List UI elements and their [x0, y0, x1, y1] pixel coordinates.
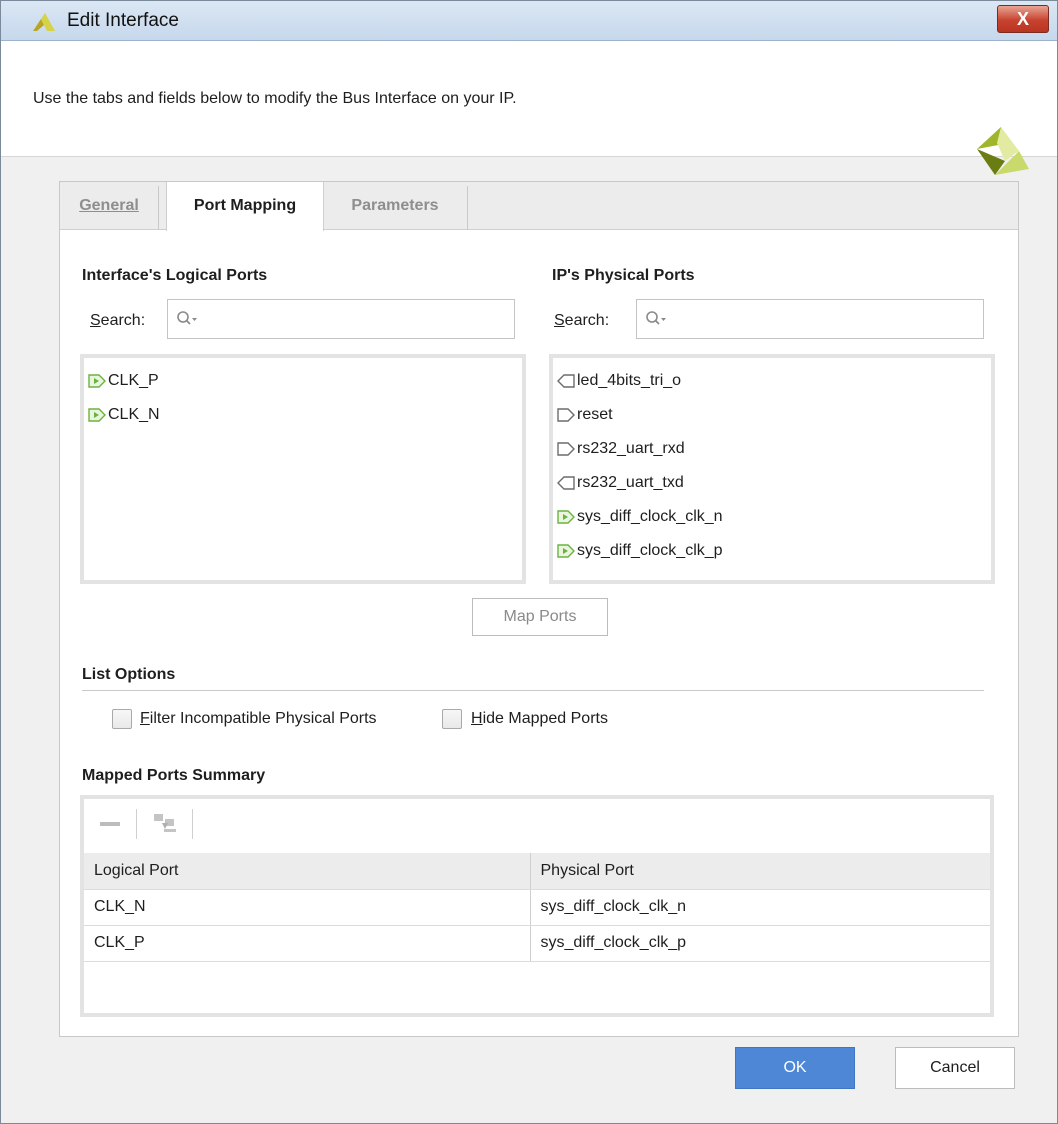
tab-separator [158, 186, 159, 230]
mapped-input-port-icon [557, 510, 575, 524]
list-item-sys-diff-clock-clk-p[interactable]: sys_diff_clock_clk_p [557, 538, 723, 564]
logical-ports-title: Interface's Logical Ports [82, 267, 268, 284]
table-row[interactable]: CLK_N sys_diff_clock_clk_n [84, 889, 990, 926]
tab-strip: General Port Mapping Parameters [60, 182, 1018, 231]
cancel-button[interactable]: Cancel [895, 1047, 1015, 1089]
physical-ports-title: IP's Physical Ports [552, 267, 695, 284]
mapped-summary-panel: Logical Port Physical Port CLK_N sys_dif… [80, 795, 994, 1017]
table-cell-physical-port: sys_diff_clock_clk_n [530, 889, 990, 926]
tab-parameters[interactable]: Parameters [324, 182, 466, 230]
output-port-icon [557, 374, 575, 388]
xilinx-logo-icon [977, 127, 1029, 175]
logical-ports-list[interactable]: CLK_P CLK_N [80, 354, 526, 584]
physical-ports-list[interactable]: led_4bits_tri_o reset rs232_uart_rxd rs2… [549, 354, 995, 584]
mapped-ports-table: Logical Port Physical Port CLK_N sys_dif… [84, 853, 990, 962]
input-port-icon [88, 374, 106, 388]
input-port-icon [88, 408, 106, 422]
search-icon [177, 311, 197, 325]
input-port-icon [557, 442, 575, 456]
list-item-clk-n[interactable]: CLK_N [88, 402, 160, 428]
list-item-rs232-uart-rxd[interactable]: rs232_uart_rxd [557, 436, 685, 462]
column-header-physical-port[interactable]: Physical Port [530, 853, 990, 890]
ok-button[interactable]: OK [735, 1047, 855, 1089]
list-item-clk-p[interactable]: CLK_P [88, 368, 159, 394]
mapped-summary-title: Mapped Ports Summary [82, 767, 266, 784]
list-options-divider [82, 690, 984, 691]
list-options-title: List Options [82, 666, 176, 683]
logical-search-input[interactable] [167, 299, 515, 339]
mapped-input-port-icon [557, 544, 575, 558]
map-ports-button[interactable]: Map Ports [472, 598, 608, 636]
title-bar[interactable]: Edit Interface X [1, 1, 1057, 41]
input-port-icon [557, 408, 575, 422]
list-item-sys-diff-clock-clk-n[interactable]: sys_diff_clock_clk_n [557, 504, 723, 530]
column-header-logical-port[interactable]: Logical Port [84, 853, 531, 890]
filter-incompatible-label: Filter Incompatible Physical Ports [140, 710, 377, 727]
toolbar-separator [192, 809, 193, 839]
tab-port-mapping[interactable]: Port Mapping [166, 182, 324, 231]
toolbar-separator [136, 809, 137, 839]
tab-separator [467, 186, 468, 230]
window-title: Edit Interface [67, 10, 179, 31]
table-cell-logical-port: CLK_N [84, 889, 531, 926]
auto-map-icon[interactable] [152, 811, 178, 835]
table-cell-logical-port: CLK_P [84, 925, 531, 962]
tab-general[interactable]: General [60, 182, 158, 230]
physical-search-input[interactable] [636, 299, 984, 339]
table-header-row: Logical Port Physical Port [84, 853, 990, 890]
banner-description: Use the tabs and fields below to modify … [33, 90, 517, 107]
physical-search-label: Search: [554, 312, 610, 329]
table-row[interactable]: CLK_P sys_diff_clock_clk_p [84, 925, 990, 962]
main-panel: General Port Mapping Parameters Interfac… [59, 181, 1019, 1037]
edit-interface-dialog: Edit Interface X Use the tabs and fields… [0, 0, 1058, 1124]
close-icon: X [1016, 9, 1029, 29]
list-item-led-4bits-tri-o[interactable]: led_4bits_tri_o [557, 368, 681, 394]
header-banner: Use the tabs and fields below to modify … [1, 41, 1057, 175]
table-cell-physical-port: sys_diff_clock_clk_p [530, 925, 990, 962]
close-button[interactable]: X [997, 5, 1049, 33]
list-item-reset[interactable]: reset [557, 402, 613, 428]
filter-incompatible-checkbox[interactable] [112, 709, 132, 729]
remove-icon[interactable] [98, 819, 122, 829]
list-item-rs232-uart-txd[interactable]: rs232_uart_txd [557, 470, 684, 496]
app-logo-icon [33, 13, 55, 31]
logical-search-label: Search: [90, 312, 146, 329]
search-icon [646, 311, 666, 325]
output-port-icon [557, 476, 575, 490]
hide-mapped-checkbox[interactable] [442, 709, 462, 729]
hide-mapped-label: Hide Mapped Ports [471, 710, 608, 727]
